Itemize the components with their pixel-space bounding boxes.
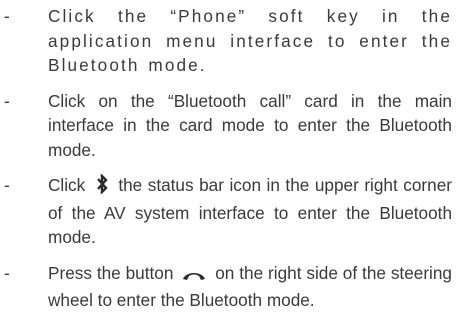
instruction-list: - Click the “Phone” soft key in the appl… xyxy=(0,0,458,313)
list-item: - Press the button on the right side of … xyxy=(0,261,458,313)
bluetooth-icon xyxy=(94,173,110,201)
list-item: - Click the status bar icon in the upper… xyxy=(0,173,458,250)
bullet-dash: - xyxy=(4,6,10,26)
item-text-before: Press the button xyxy=(48,262,174,283)
list-item: - Click on the “Bluetooth call” card in … xyxy=(0,89,458,163)
item-text-before: Click xyxy=(48,175,86,195)
phone-handset-icon xyxy=(181,264,207,289)
item-text: Click the “Phone” soft key in the applic… xyxy=(48,6,452,75)
item-text: Click on the “Bluetooth call” card in th… xyxy=(48,90,452,160)
bullet-dash: - xyxy=(4,262,10,283)
bullet-dash: - xyxy=(4,90,10,111)
bullet-dash: - xyxy=(4,175,10,195)
list-item: - Click the “Phone” soft key in the appl… xyxy=(0,4,458,78)
